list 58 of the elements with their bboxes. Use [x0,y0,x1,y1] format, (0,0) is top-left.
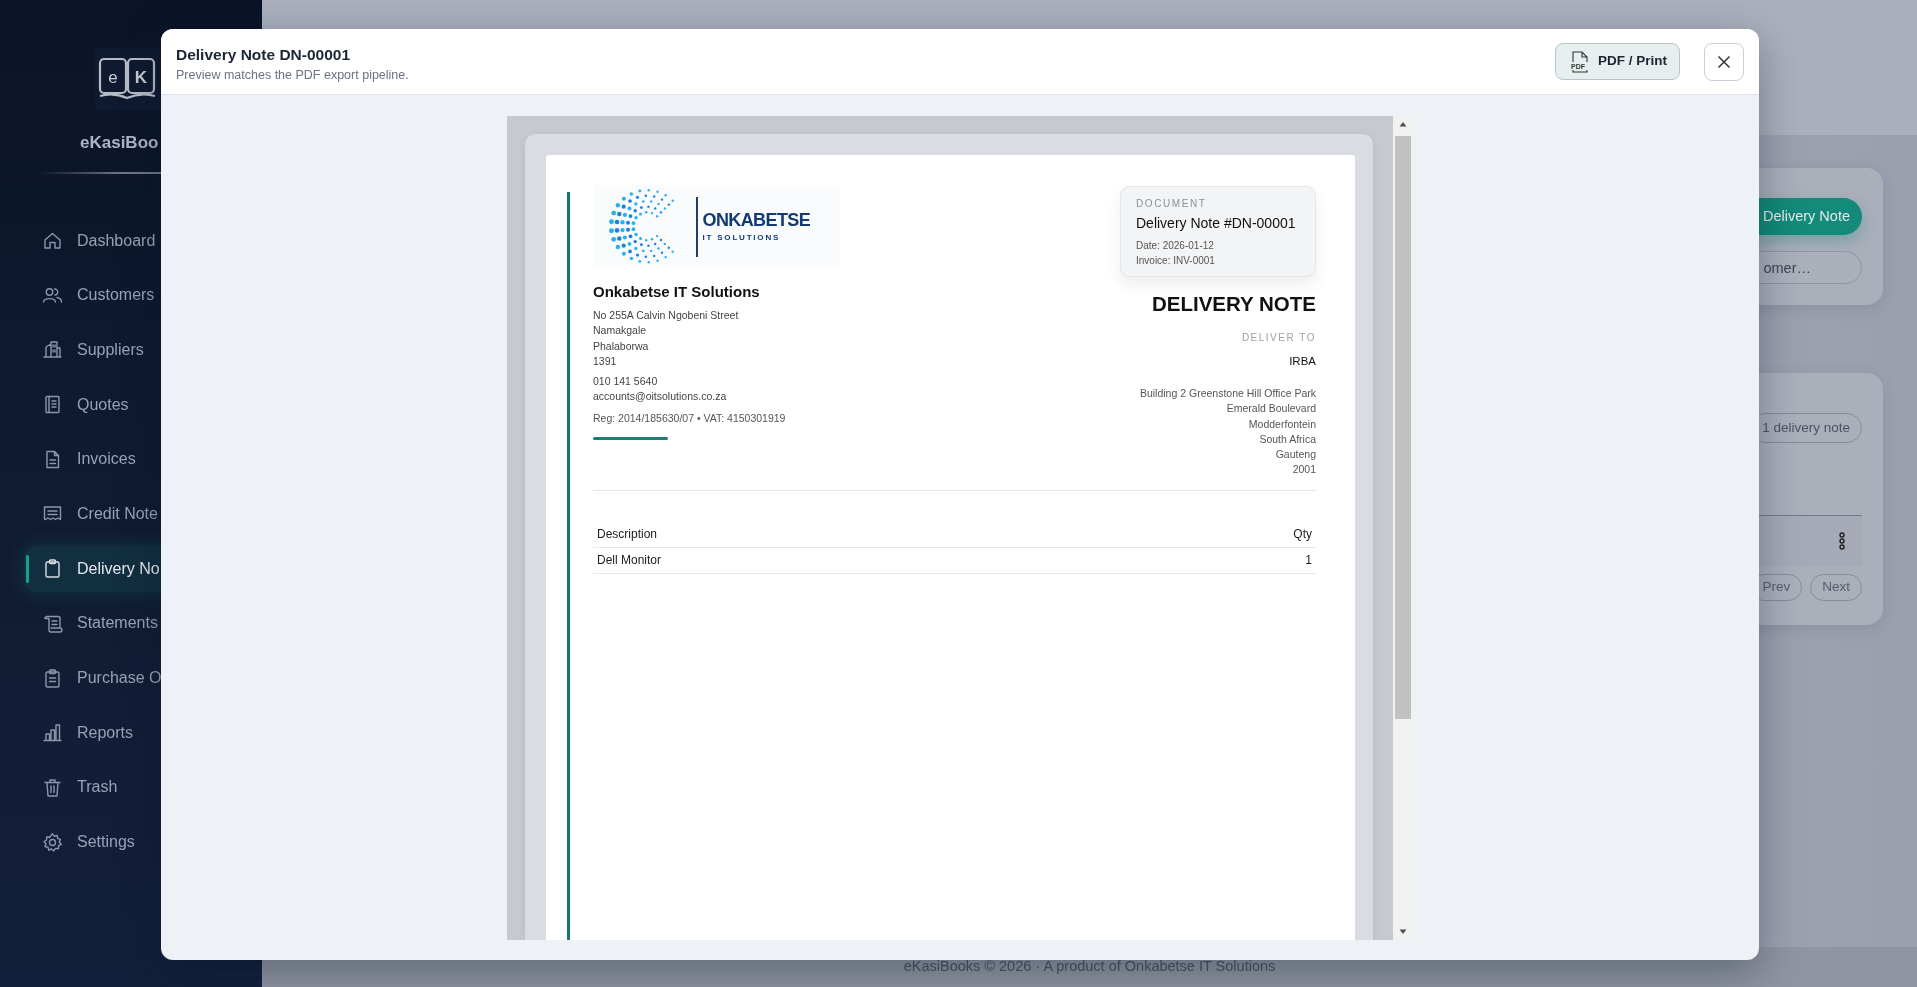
phone-number: 010 141 5640 [593,373,659,389]
address-line: South Africa [1258,431,1316,447]
sidebar-item[interactable]: Credit Note [24,490,262,537]
address-line: Phalaborwa [593,338,650,354]
bar-chart-icon [42,722,63,744]
address-line: Gauteng [1274,447,1316,463]
info-line: Invoice: INV-0001 [1136,254,1216,268]
sidebar-item[interactable]: Reports [24,709,262,756]
clipboard-list-icon [42,667,63,689]
scrollbar[interactable] [1393,116,1413,940]
logo-wordmark: ONKABETSE [702,211,811,229]
sidebar-item[interactable]: Statements [24,600,262,647]
scrollbar-thumb[interactable] [1395,136,1411,719]
sidebar-item[interactable]: Dashboard [24,217,262,264]
registration-text: Reg: 2014/185630/07 • VAT: 4150301919 [593,411,787,427]
address-line: Modderfontein [1247,416,1316,432]
dialog-subtitle: Preview matches the PDF export pipeline. [176,66,409,84]
company-name: Onkabetse IT Solutions [593,282,761,302]
email-address: accounts@oitsolutions.co.za [593,389,728,405]
info-line: Date: 2026-01-12 [1136,239,1215,253]
document-number: Delivery Note #DN-00001 [1136,214,1297,233]
address-line: 1391 [593,354,618,370]
sidebar-item[interactable]: Settings [24,819,262,866]
sidebar-item[interactable]: Quotes [24,381,262,428]
column-header: Qty [1293,525,1312,543]
notebook-icon [42,394,63,416]
logo: e K [95,48,161,110]
table-cell-text: 1 [1305,552,1312,570]
address-line: Building 2 Greenstone Hill Office Park [1139,386,1316,401]
address-line: Emerald Boulevard [1225,401,1316,417]
close-icon [1717,54,1731,69]
sidebar-item[interactable]: Customers [24,272,262,319]
column-header: Description [597,525,658,543]
recipient-name: IRBA [1289,353,1316,369]
address-line: No 255A Calvin Ngobeni Street [593,307,740,323]
document-heading: DELIVERY NOTE [1151,291,1316,317]
scroll-down-icon[interactable] [1399,929,1407,935]
sidebar-item[interactable]: Suppliers [24,326,262,373]
dialog-title: Delivery Note DN-00001 [176,44,352,65]
card-label: DOCUMENT [1136,197,1208,211]
home-icon [42,230,63,251]
sidebar-item[interactable]: Trash [24,764,262,811]
section-label: DELIVER TO [1241,330,1316,345]
scroll-up-icon[interactable] [1399,121,1407,127]
logo-tagline: IT SOLUTIONS [702,234,782,242]
building-icon [42,339,63,361]
sidebar-item[interactable]: Purchase O [24,655,262,701]
table-cell-text: Dell Monitor [597,552,662,570]
trash-icon [42,776,63,798]
address-line: Namakgale [593,323,648,339]
sidebar-item[interactable]: Invoices [24,436,262,483]
globe-logo-icon [609,189,674,264]
gear-icon [42,831,63,853]
address-line: 2001 [1291,462,1316,478]
more-options-icon[interactable] [1838,531,1846,552]
brand-name: eKasiBoo [80,132,160,154]
clipboard-icon [42,558,63,580]
close-button[interactable] [1704,42,1744,81]
